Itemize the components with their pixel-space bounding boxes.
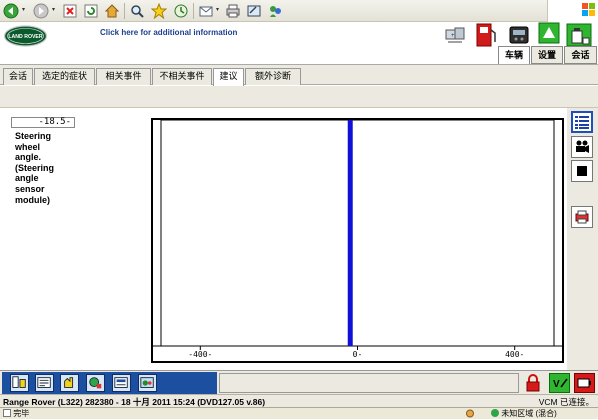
print-icon[interactable] [224, 2, 242, 20]
logo-text: LAND ROVER [8, 34, 43, 40]
history-icon[interactable] [172, 2, 190, 20]
tool-2-icon[interactable] [35, 374, 54, 392]
browser-statusbar: 完毕 未知区域 (混合) [0, 407, 598, 419]
subtab-unrelated-events[interactable]: 不相关事件 [152, 68, 212, 85]
subtab-related-events[interactable]: 相关事件 [96, 68, 151, 85]
parameter-label: Steering wheel angle. (Steering angle se… [15, 131, 55, 205]
status-text: 完毕 [13, 409, 30, 418]
back-icon[interactable] [2, 2, 20, 20]
messenger-icon[interactable] [266, 2, 284, 20]
fuel-pump-icon[interactable] [474, 22, 498, 48]
tab-settings[interactable]: 设置 [531, 46, 563, 64]
additional-info-link[interactable]: Click here for additional information [100, 28, 237, 37]
battery-voltage-icon[interactable]: V [549, 373, 570, 393]
security-icon [465, 409, 475, 418]
mail-icon[interactable] [197, 2, 215, 20]
mail-dropdown-icon[interactable]: ▾ [216, 7, 221, 13]
home-icon[interactable] [103, 2, 121, 20]
subtab-recommendations[interactable]: 建议 [213, 68, 244, 86]
steering-angle-graph: -400- 0- 400- [151, 118, 564, 363]
forward-icon[interactable] [32, 2, 50, 20]
battery-icon[interactable] [574, 373, 595, 393]
green-battery-icon[interactable] [565, 22, 593, 48]
subtab-selected-symptoms[interactable]: 选定的症状 [34, 68, 95, 85]
zone-info: 未知区域 (混合) [491, 408, 557, 419]
bottom-toolbar: V [0, 370, 598, 394]
tool-column [567, 108, 598, 370]
secondary-tabs: 会话 选定的症状 相关事件 不相关事件 建议 额外诊断 [0, 64, 598, 86]
x-tick-label: -400- [188, 350, 212, 359]
page-icon [3, 409, 11, 417]
stop-icon[interactable] [571, 160, 593, 182]
tool-5-icon[interactable] [112, 374, 131, 392]
subtab-extra-diagnostics[interactable]: 额外诊断 [245, 68, 301, 85]
bottom-message-field [219, 373, 519, 393]
back-dropdown-icon[interactable]: ▾ [22, 7, 27, 13]
tool-4-icon[interactable] [86, 374, 105, 392]
tab-vehicle[interactable]: 车辆 [498, 46, 530, 64]
vehicle-info-bar: Range Rover (L322) 282380 - 18 十月 2011 1… [0, 394, 598, 407]
status-done: 完毕 [3, 408, 29, 419]
content-header-band [0, 86, 598, 108]
camera-icon[interactable] [571, 136, 593, 158]
plot-area [160, 119, 555, 347]
zone-icon [491, 409, 499, 417]
tool-1-icon[interactable] [10, 374, 29, 392]
edit-icon[interactable] [245, 2, 263, 20]
network-icon[interactable]: + [444, 24, 466, 50]
zone-text: 未知区域 (混合) [501, 409, 557, 418]
printer-icon[interactable] [571, 206, 593, 228]
browser-toolbar: ▾ ▾ ▾ [0, 0, 598, 22]
svg-text:V: V [553, 379, 560, 390]
stop-icon[interactable] [61, 2, 79, 20]
lock-icon[interactable] [525, 374, 541, 392]
windows-logo-icon [547, 0, 598, 22]
favorites-icon[interactable] [150, 2, 168, 20]
forward-dropdown-icon[interactable]: ▾ [52, 7, 57, 13]
tab-session[interactable]: 会话 [564, 46, 597, 64]
land-rover-logo: LAND ROVER [3, 25, 48, 47]
search-icon[interactable] [128, 2, 146, 20]
list-icon[interactable] [571, 111, 593, 133]
x-tick-label: 400- [505, 350, 524, 359]
green-diagnostic-icon[interactable] [538, 22, 560, 48]
refresh-icon[interactable] [82, 2, 100, 20]
value-indicator-bar [347, 120, 353, 346]
bottom-tool-strip [2, 372, 217, 394]
x-tick-label: 0- [353, 350, 363, 359]
subtab-session[interactable]: 会话 [3, 68, 33, 85]
parameter-readout: -18.5- [11, 117, 75, 128]
svg-text:+: + [451, 33, 455, 39]
tool-6-icon[interactable] [138, 374, 157, 392]
graph-canvas: -400- 0- 400- [153, 119, 562, 359]
tool-3-icon[interactable] [60, 374, 79, 392]
